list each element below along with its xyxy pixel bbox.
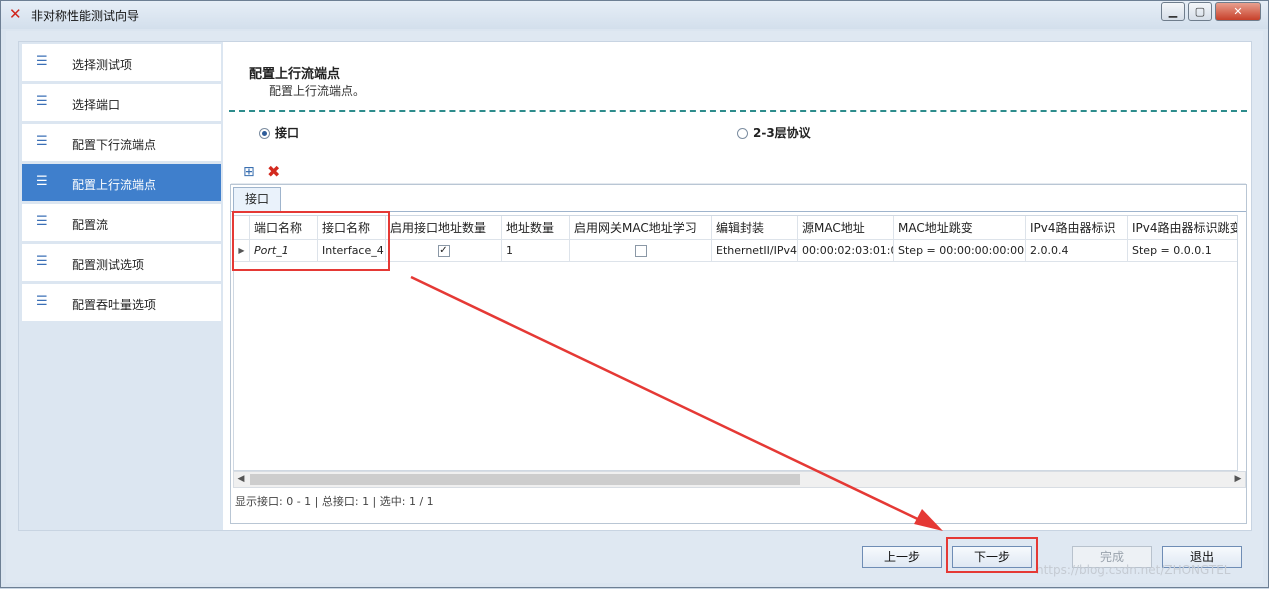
list-icon: ☰ <box>36 294 48 309</box>
cell-router-id[interactable]: 2.0.0.4 <box>1026 240 1128 262</box>
cell-router-id-step[interactable]: Step = 0.0.0.1 <box>1128 240 1237 262</box>
sidebar-item-downstream[interactable]: ☰ 配置下行流端点 <box>22 124 221 162</box>
list-icon: ☰ <box>36 54 48 69</box>
grid-toolbar: ⊞ ✖ <box>231 162 1246 184</box>
sidebar-item-label: 配置上行流端点 <box>72 178 157 192</box>
col-enable-address-count[interactable]: 启用接口地址数量 <box>386 216 502 240</box>
tab-interface[interactable]: 接口 <box>233 187 281 211</box>
cell-enable-address-count[interactable]: ✓ <box>386 240 502 262</box>
col-gateway-mac-learning[interactable]: 启用网关MAC地址学习 <box>570 216 712 240</box>
cell-address-count[interactable]: 1 <box>502 240 570 262</box>
sidebar-item-label: 选择端口 <box>72 98 121 112</box>
sidebar-item-label: 配置测试选项 <box>72 258 145 272</box>
divider <box>229 110 1247 112</box>
col-router-id[interactable]: IPv4路由器标识 <box>1026 216 1128 240</box>
sidebar-item-label: 配置下行流端点 <box>72 138 157 152</box>
sidebar-item-label: 配置流 <box>72 218 109 232</box>
page-title: 配置上行流端点 <box>249 67 341 82</box>
highlight-box-next <box>946 537 1038 573</box>
sidebar-item-upstream[interactable]: ☰ 配置上行流端点 <box>22 164 221 202</box>
client-area: ☰ 选择测试项 ☰ 选择端口 ☰ 配置下行流端点 ☰ 配置上行流端点 ☰ 配置流… <box>6 31 1263 583</box>
sidebar-item-test-options[interactable]: ☰ 配置测试选项 <box>22 244 221 282</box>
radio-unselected-icon <box>737 128 748 139</box>
radio-l23-protocol[interactable]: 2-3层协议 <box>737 124 811 141</box>
radio-label: 2-3层协议 <box>753 126 811 140</box>
col-mac-step[interactable]: MAC地址跳变 <box>894 216 1026 240</box>
sidebar-item-label: 选择测试项 <box>72 58 133 72</box>
minimize-button[interactable]: ▁ <box>1161 2 1185 21</box>
col-source-mac[interactable]: 源MAC地址 <box>798 216 894 240</box>
sidebar-item-throughput[interactable]: ☰ 配置吞吐量选项 <box>22 284 221 322</box>
cell-gateway-mac-learning[interactable] <box>570 240 712 262</box>
radio-selected-icon <box>259 128 270 139</box>
close-button[interactable]: ✕ <box>1215 2 1261 21</box>
sidebar-item-select-test[interactable]: ☰ 选择测试项 <box>22 44 221 82</box>
radio-interface[interactable]: 接口 <box>259 124 299 141</box>
prev-button[interactable]: 上一步 <box>862 546 942 568</box>
scroll-left-icon[interactable]: ◀ <box>234 472 248 487</box>
col-encapsulation[interactable]: 编辑封装 <box>712 216 798 240</box>
list-icon: ☰ <box>36 134 48 149</box>
wizard-window: ✕ 非对称性能测试向导 ▁ ▢ ✕ ☰ 选择测试项 ☰ 选择端口 ☰ 配置下行流… <box>0 0 1269 588</box>
app-logo-icon: ✕ <box>9 5 22 23</box>
checkbox-unchecked-icon[interactable] <box>634 245 647 257</box>
window-title: 非对称性能测试向导 <box>31 9 140 23</box>
delete-icon[interactable]: ✖ <box>267 162 280 181</box>
watermark: https://blog.csdn.net/ZHONGTEL <box>1036 563 1231 577</box>
scrollbar-thumb[interactable] <box>250 474 800 485</box>
maximize-button[interactable]: ▢ <box>1188 2 1212 21</box>
list-icon: ☰ <box>36 214 48 229</box>
list-icon: ☰ <box>36 254 48 269</box>
title-bar: ✕ 非对称性能测试向导 ▁ ▢ ✕ <box>1 1 1268 29</box>
col-address-count[interactable]: 地址数量 <box>502 216 570 240</box>
radio-label: 接口 <box>275 126 300 140</box>
checkbox-checked-icon[interactable]: ✓ <box>437 245 450 257</box>
list-icon: ☰ <box>36 94 48 109</box>
main-content: 配置上行流端点 配置上行流端点。 接口 2-3层协议 ⊞ ✖ 接口 端口名称 接… <box>223 42 1251 530</box>
page-subtitle: 配置上行流端点。 <box>269 84 366 98</box>
sidebar: ☰ 选择测试项 ☰ 选择端口 ☰ 配置下行流端点 ☰ 配置上行流端点 ☰ 配置流… <box>19 42 223 530</box>
sidebar-item-label: 配置吞吐量选项 <box>72 298 157 312</box>
scroll-right-icon[interactable]: ▶ <box>1231 472 1245 487</box>
col-router-id-step[interactable]: IPv4路由器标识跳变 <box>1128 216 1237 240</box>
grid-status-text: 显示接口: 0 - 1 | 总接口: 1 | 选中: 1 / 1 <box>235 495 434 508</box>
highlight-box-port-interface <box>232 211 390 271</box>
cell-encapsulation[interactable]: EthernetII/IPv4 <box>712 240 798 262</box>
cell-mac-step[interactable]: Step = 00:00:00:00:00:01 <box>894 240 1026 262</box>
sidebar-item-select-port[interactable]: ☰ 选择端口 <box>22 84 221 122</box>
cell-source-mac[interactable]: 00:00:02:03:01:03 <box>798 240 894 262</box>
add-interface-icon[interactable]: ⊞ <box>243 164 255 180</box>
horizontal-scrollbar[interactable]: ◀ ▶ <box>233 471 1246 488</box>
wizard-panel: ☰ 选择测试项 ☰ 选择端口 ☰ 配置下行流端点 ☰ 配置上行流端点 ☰ 配置流… <box>18 41 1252 531</box>
list-icon: ☰ <box>36 174 48 189</box>
sidebar-item-streams[interactable]: ☰ 配置流 <box>22 204 221 242</box>
